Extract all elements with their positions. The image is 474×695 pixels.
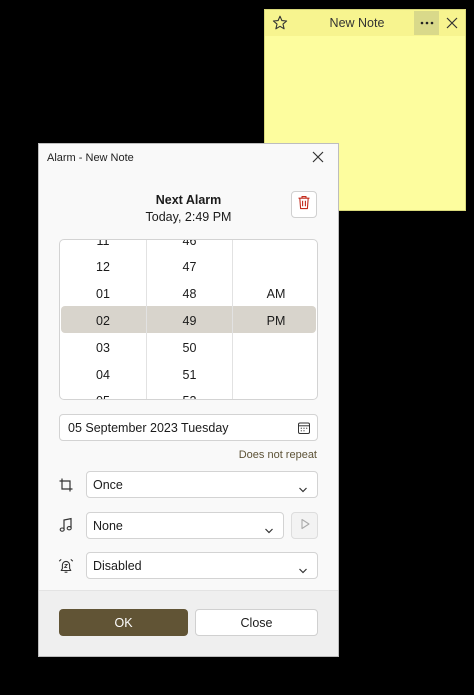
ok-button[interactable]: OK bbox=[59, 609, 188, 636]
close-icon[interactable] bbox=[445, 16, 459, 30]
play-sound-button[interactable] bbox=[291, 512, 318, 539]
hour-option[interactable]: 12 bbox=[60, 260, 146, 274]
chevron-down-icon bbox=[298, 562, 308, 574]
snooze-icon bbox=[58, 558, 74, 574]
repeat-summary: Does not repeat bbox=[238, 449, 317, 461]
minute-option[interactable]: 51 bbox=[147, 368, 232, 382]
trash-icon bbox=[297, 195, 311, 215]
repeat-select[interactable]: Once bbox=[86, 471, 318, 498]
hour-option[interactable]: 03 bbox=[60, 341, 146, 355]
calendar-icon[interactable] bbox=[297, 421, 311, 435]
hour-option[interactable]: 01 bbox=[60, 287, 146, 301]
dialog-title: Alarm - New Note bbox=[47, 152, 134, 164]
play-icon bbox=[299, 517, 311, 535]
dialog-footer: OK Close bbox=[39, 590, 338, 656]
date-picker-field[interactable]: 05 September 2023 Tuesday bbox=[59, 414, 318, 441]
hour-option[interactable]: 05 bbox=[60, 394, 146, 399]
chevron-down-icon bbox=[298, 481, 308, 493]
repeat-icon bbox=[58, 477, 74, 493]
note-title-bar: New Note bbox=[265, 10, 465, 36]
time-picker[interactable]: 11 12 01 02 03 04 05 46 47 48 49 50 51 5… bbox=[59, 239, 318, 400]
chevron-down-icon bbox=[264, 522, 274, 534]
repeat-value: Once bbox=[93, 478, 123, 492]
minute-option-selected[interactable]: 49 bbox=[147, 314, 232, 328]
minute-option[interactable]: 52 bbox=[147, 394, 232, 399]
snooze-select[interactable]: Disabled bbox=[86, 552, 318, 579]
period-option[interactable]: AM bbox=[233, 287, 317, 301]
hour-option[interactable]: 11 bbox=[60, 240, 146, 248]
star-icon[interactable] bbox=[271, 14, 289, 32]
hour-column[interactable]: 11 12 01 02 03 04 05 bbox=[60, 240, 146, 399]
more-options-icon[interactable] bbox=[414, 11, 439, 35]
sound-select[interactable]: None bbox=[86, 512, 284, 539]
hour-option[interactable]: 04 bbox=[60, 368, 146, 382]
hour-option-selected[interactable]: 02 bbox=[60, 314, 146, 328]
minute-option[interactable]: 50 bbox=[147, 341, 232, 355]
minute-column[interactable]: 46 47 48 49 50 51 52 bbox=[146, 240, 232, 399]
note-title: New Note bbox=[329, 16, 385, 30]
close-icon[interactable] bbox=[311, 150, 325, 164]
minute-option[interactable]: 47 bbox=[147, 260, 232, 274]
period-option-selected[interactable]: PM bbox=[233, 314, 317, 328]
date-value: 05 September 2023 Tuesday bbox=[68, 421, 229, 435]
close-button[interactable]: Close bbox=[195, 609, 318, 636]
sound-value: None bbox=[93, 519, 123, 533]
snooze-value: Disabled bbox=[93, 559, 142, 573]
delete-alarm-button[interactable] bbox=[291, 191, 317, 218]
minute-option[interactable]: 48 bbox=[147, 287, 232, 301]
period-column[interactable]: AM PM bbox=[232, 240, 317, 399]
alarm-dialog: Alarm - New Note Next Alarm Today, 2:49 … bbox=[38, 143, 339, 657]
music-note-icon bbox=[58, 517, 74, 533]
minute-option[interactable]: 46 bbox=[147, 240, 232, 248]
